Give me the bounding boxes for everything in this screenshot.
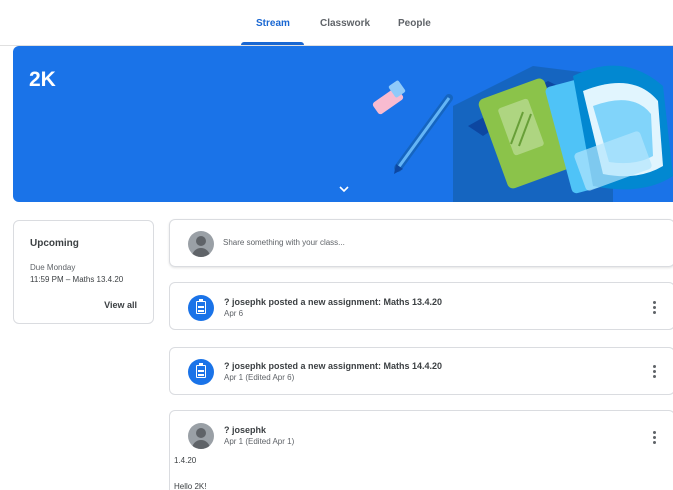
upcoming-title: Upcoming <box>30 238 79 249</box>
author-avatar-icon <box>188 423 214 449</box>
post-title: ? josephk posted a new assignment: Maths… <box>224 361 443 371</box>
view-all-link[interactable]: View all <box>104 300 137 310</box>
top-nav: Stream Classwork People <box>0 0 673 46</box>
upcoming-card: Upcoming Due Monday 11:59 PM – Maths 13.… <box>13 220 154 324</box>
assignment-post[interactable]: ? josephk posted a new assignment: Maths… <box>169 347 673 395</box>
more-options-icon[interactable] <box>653 431 657 446</box>
class-title: 2K <box>29 68 56 91</box>
assignment-post[interactable]: ? josephk posted a new assignment: Maths… <box>169 282 673 330</box>
announcement-post[interactable]: ? josephk Apr 1 (Edited Apr 1) 1.4.20 He… <box>169 410 673 490</box>
user-avatar-icon <box>188 231 214 257</box>
post-body-line: 1.4.20 <box>174 456 197 465</box>
assignment-icon <box>188 359 214 385</box>
class-banner: 2K <box>13 46 673 202</box>
banner-illustration <box>372 65 673 202</box>
share-box[interactable]: Share something with your class... <box>169 219 673 267</box>
tab-people[interactable]: People <box>398 18 431 29</box>
active-tab-indicator <box>241 42 304 45</box>
post-author: ? josephk <box>224 425 267 435</box>
share-placeholder: Share something with your class... <box>223 238 345 247</box>
post-date: Apr 1 (Edited Apr 1) <box>224 437 295 446</box>
post-date: Apr 1 (Edited Apr 6) <box>224 373 295 382</box>
assignment-icon <box>188 295 214 321</box>
upcoming-item[interactable]: 11:59 PM – Maths 13.4.20 <box>30 275 123 284</box>
post-date: Apr 6 <box>224 309 244 318</box>
more-options-icon[interactable] <box>653 301 657 316</box>
tab-stream[interactable]: Stream <box>256 18 290 29</box>
post-title: ? josephk posted a new assignment: Maths… <box>224 297 443 307</box>
chevron-down-icon[interactable] <box>339 182 349 196</box>
upcoming-due: Due Monday <box>30 263 76 272</box>
more-options-icon[interactable] <box>653 365 657 380</box>
post-body-line: Hello 2K! <box>174 482 207 490</box>
tab-classwork[interactable]: Classwork <box>320 18 370 29</box>
